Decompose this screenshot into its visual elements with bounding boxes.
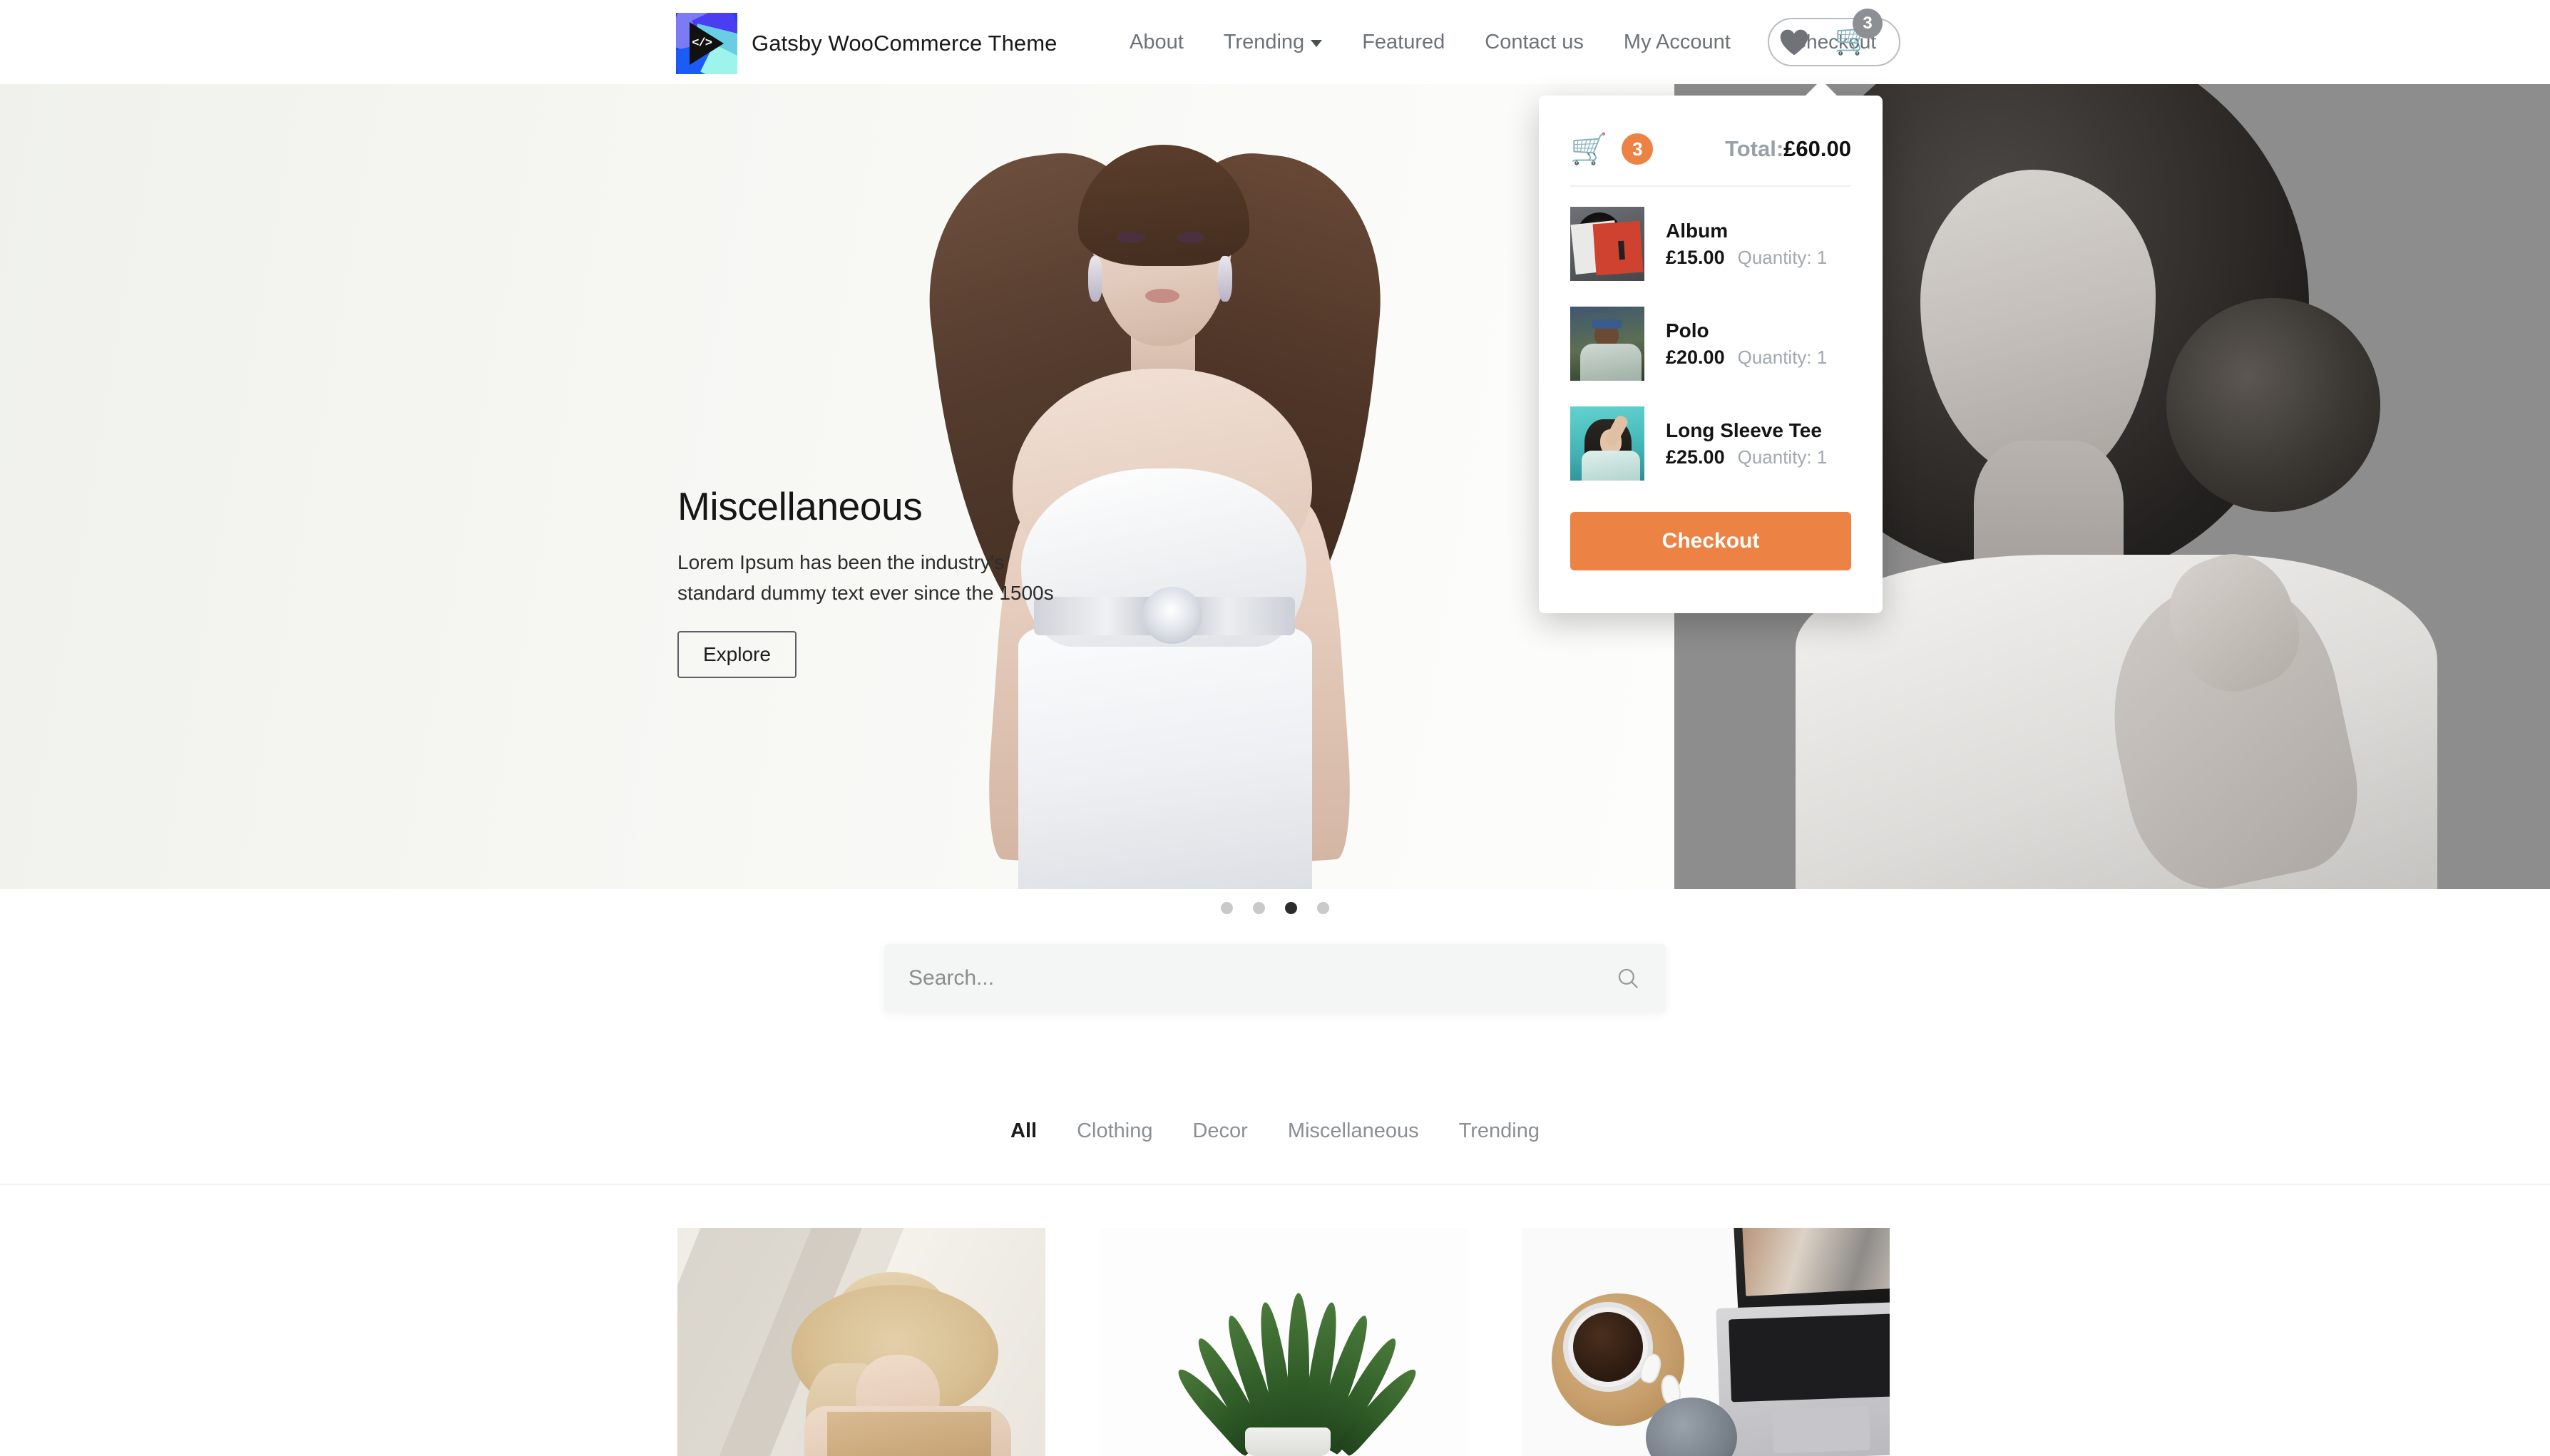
search-input[interactable]	[884, 966, 1616, 990]
cart-panel-cart-icon: 🛒	[1570, 132, 1608, 165]
category-tab-trending[interactable]: Trending	[1439, 1119, 1560, 1143]
cart-item-price: £20.00	[1666, 346, 1725, 368]
hero-carousel: Miscellaneous Lorem Ipsum has been the i…	[0, 84, 2550, 889]
gatsby-logo-icon: </>	[676, 13, 737, 74]
product-image-potted-succulent-plant	[1100, 1228, 1468, 1456]
header-cart-button[interactable]: 🛒 3	[1834, 9, 1883, 60]
category-filter-bar: All Clothing Decor Miscellaneous Trendin…	[0, 1119, 2550, 1143]
nav-link-trending-label: Trending	[1223, 30, 1305, 53]
hero-subtitle: Lorem Ipsum has been the industry's stan…	[677, 551, 1054, 604]
cart-item-quantity: Quantity: 1	[1737, 246, 1828, 268]
nav-link-contact-us-label: Contact us	[1485, 30, 1584, 53]
cart-item-count-badge: 3	[1853, 9, 1883, 39]
carousel-dot-2[interactable]	[1253, 902, 1265, 914]
nav-link-about-label: About	[1130, 30, 1184, 53]
cart-item-price: £15.00	[1666, 246, 1725, 268]
cart-panel-pointer	[1804, 80, 1838, 97]
brand-name: Gatsby WooCommerce Theme	[752, 31, 1058, 56]
header-icon-group: 🛒 3	[1778, 0, 1883, 84]
nav-link-my-account-label: My Account	[1623, 30, 1731, 53]
category-tab-all[interactable]: All	[990, 1119, 1057, 1143]
cart-item[interactable]: Long Sleeve Tee £25.00 Quantity: 1	[1570, 394, 1851, 493]
cart-item-name: Polo	[1666, 319, 1709, 342]
nav-link-featured[interactable]: Featured	[1342, 31, 1465, 54]
cart-item-quantity: Quantity: 1	[1737, 446, 1828, 468]
product-image-woman-with-straw-hat	[677, 1228, 1045, 1456]
nav-link-contact-us[interactable]: Contact us	[1465, 31, 1604, 54]
category-tab-miscellaneous[interactable]: Miscellaneous	[1268, 1119, 1439, 1143]
product-card[interactable]	[677, 1228, 1045, 1456]
nav-link-featured-label: Featured	[1362, 30, 1445, 53]
hero-title: Miscellaneous	[677, 484, 923, 528]
carousel-dot-3[interactable]	[1285, 902, 1297, 914]
carousel-dot-1[interactable]	[1221, 902, 1233, 914]
cart-panel-checkout-button[interactable]: Checkout	[1570, 512, 1851, 570]
carousel-dot-indicators	[0, 902, 2550, 914]
product-grid	[677, 1228, 1890, 1456]
cart-dropdown-panel: 🛒 3 Total:£60.00 Album £15.00 Quantity: …	[1539, 80, 1883, 613]
cart-item-price: £25.00	[1666, 446, 1725, 468]
search-bar	[884, 944, 1666, 1012]
cart-item-quantity: Quantity: 1	[1737, 346, 1828, 368]
top-navigation-bar: </> Gatsby WooCommerce Theme About Trend…	[0, 0, 2550, 84]
cart-total-label: Total:	[1725, 136, 1784, 161]
section-divider	[0, 1184, 2550, 1185]
cart-total-amount: £60.00	[1783, 136, 1851, 161]
logo-code-glyph: </>	[692, 36, 712, 51]
cart-item-thumbnail-album	[1570, 207, 1644, 281]
product-image-coffee-cup-and-laptop	[1522, 1228, 1890, 1456]
search-icon[interactable]	[1616, 966, 1640, 990]
chevron-down-icon	[1311, 40, 1323, 47]
cart-item-thumbnail-long-sleeve-tee	[1570, 406, 1644, 481]
brand-logo-link[interactable]: </> Gatsby WooCommerce Theme	[676, 13, 1058, 74]
cart-item-name: Album	[1666, 219, 1729, 242]
product-card[interactable]	[1100, 1228, 1468, 1456]
cart-item-list: Album £15.00 Quantity: 1 Polo £20.00 Qua…	[1539, 187, 1883, 493]
cart-panel-count-badge: 3	[1622, 133, 1654, 165]
cart-item[interactable]: Polo £20.00 Quantity: 1	[1570, 294, 1851, 394]
category-tab-decor[interactable]: Decor	[1172, 1119, 1267, 1143]
wishlist-heart-icon[interactable]	[1778, 27, 1810, 57]
nav-link-about[interactable]: About	[1110, 31, 1204, 54]
cart-item-name: Long Sleeve Tee	[1666, 419, 1822, 441]
hero-explore-button[interactable]: Explore	[677, 631, 797, 679]
product-card[interactable]	[1522, 1228, 1890, 1456]
hero-text-block: Miscellaneous Lorem Ipsum has been the i…	[677, 483, 1105, 679]
cart-total: Total:£60.00	[1725, 136, 1851, 162]
nav-link-my-account[interactable]: My Account	[1604, 31, 1751, 54]
cart-item[interactable]: Album £15.00 Quantity: 1	[1570, 194, 1851, 294]
nav-link-trending[interactable]: Trending	[1204, 31, 1342, 54]
cart-item-thumbnail-polo	[1570, 307, 1644, 381]
carousel-dot-4[interactable]	[1317, 902, 1329, 914]
category-tab-clothing[interactable]: Clothing	[1057, 1119, 1172, 1143]
cart-panel-header: 🛒 3 Total:£60.00	[1539, 96, 1883, 174]
